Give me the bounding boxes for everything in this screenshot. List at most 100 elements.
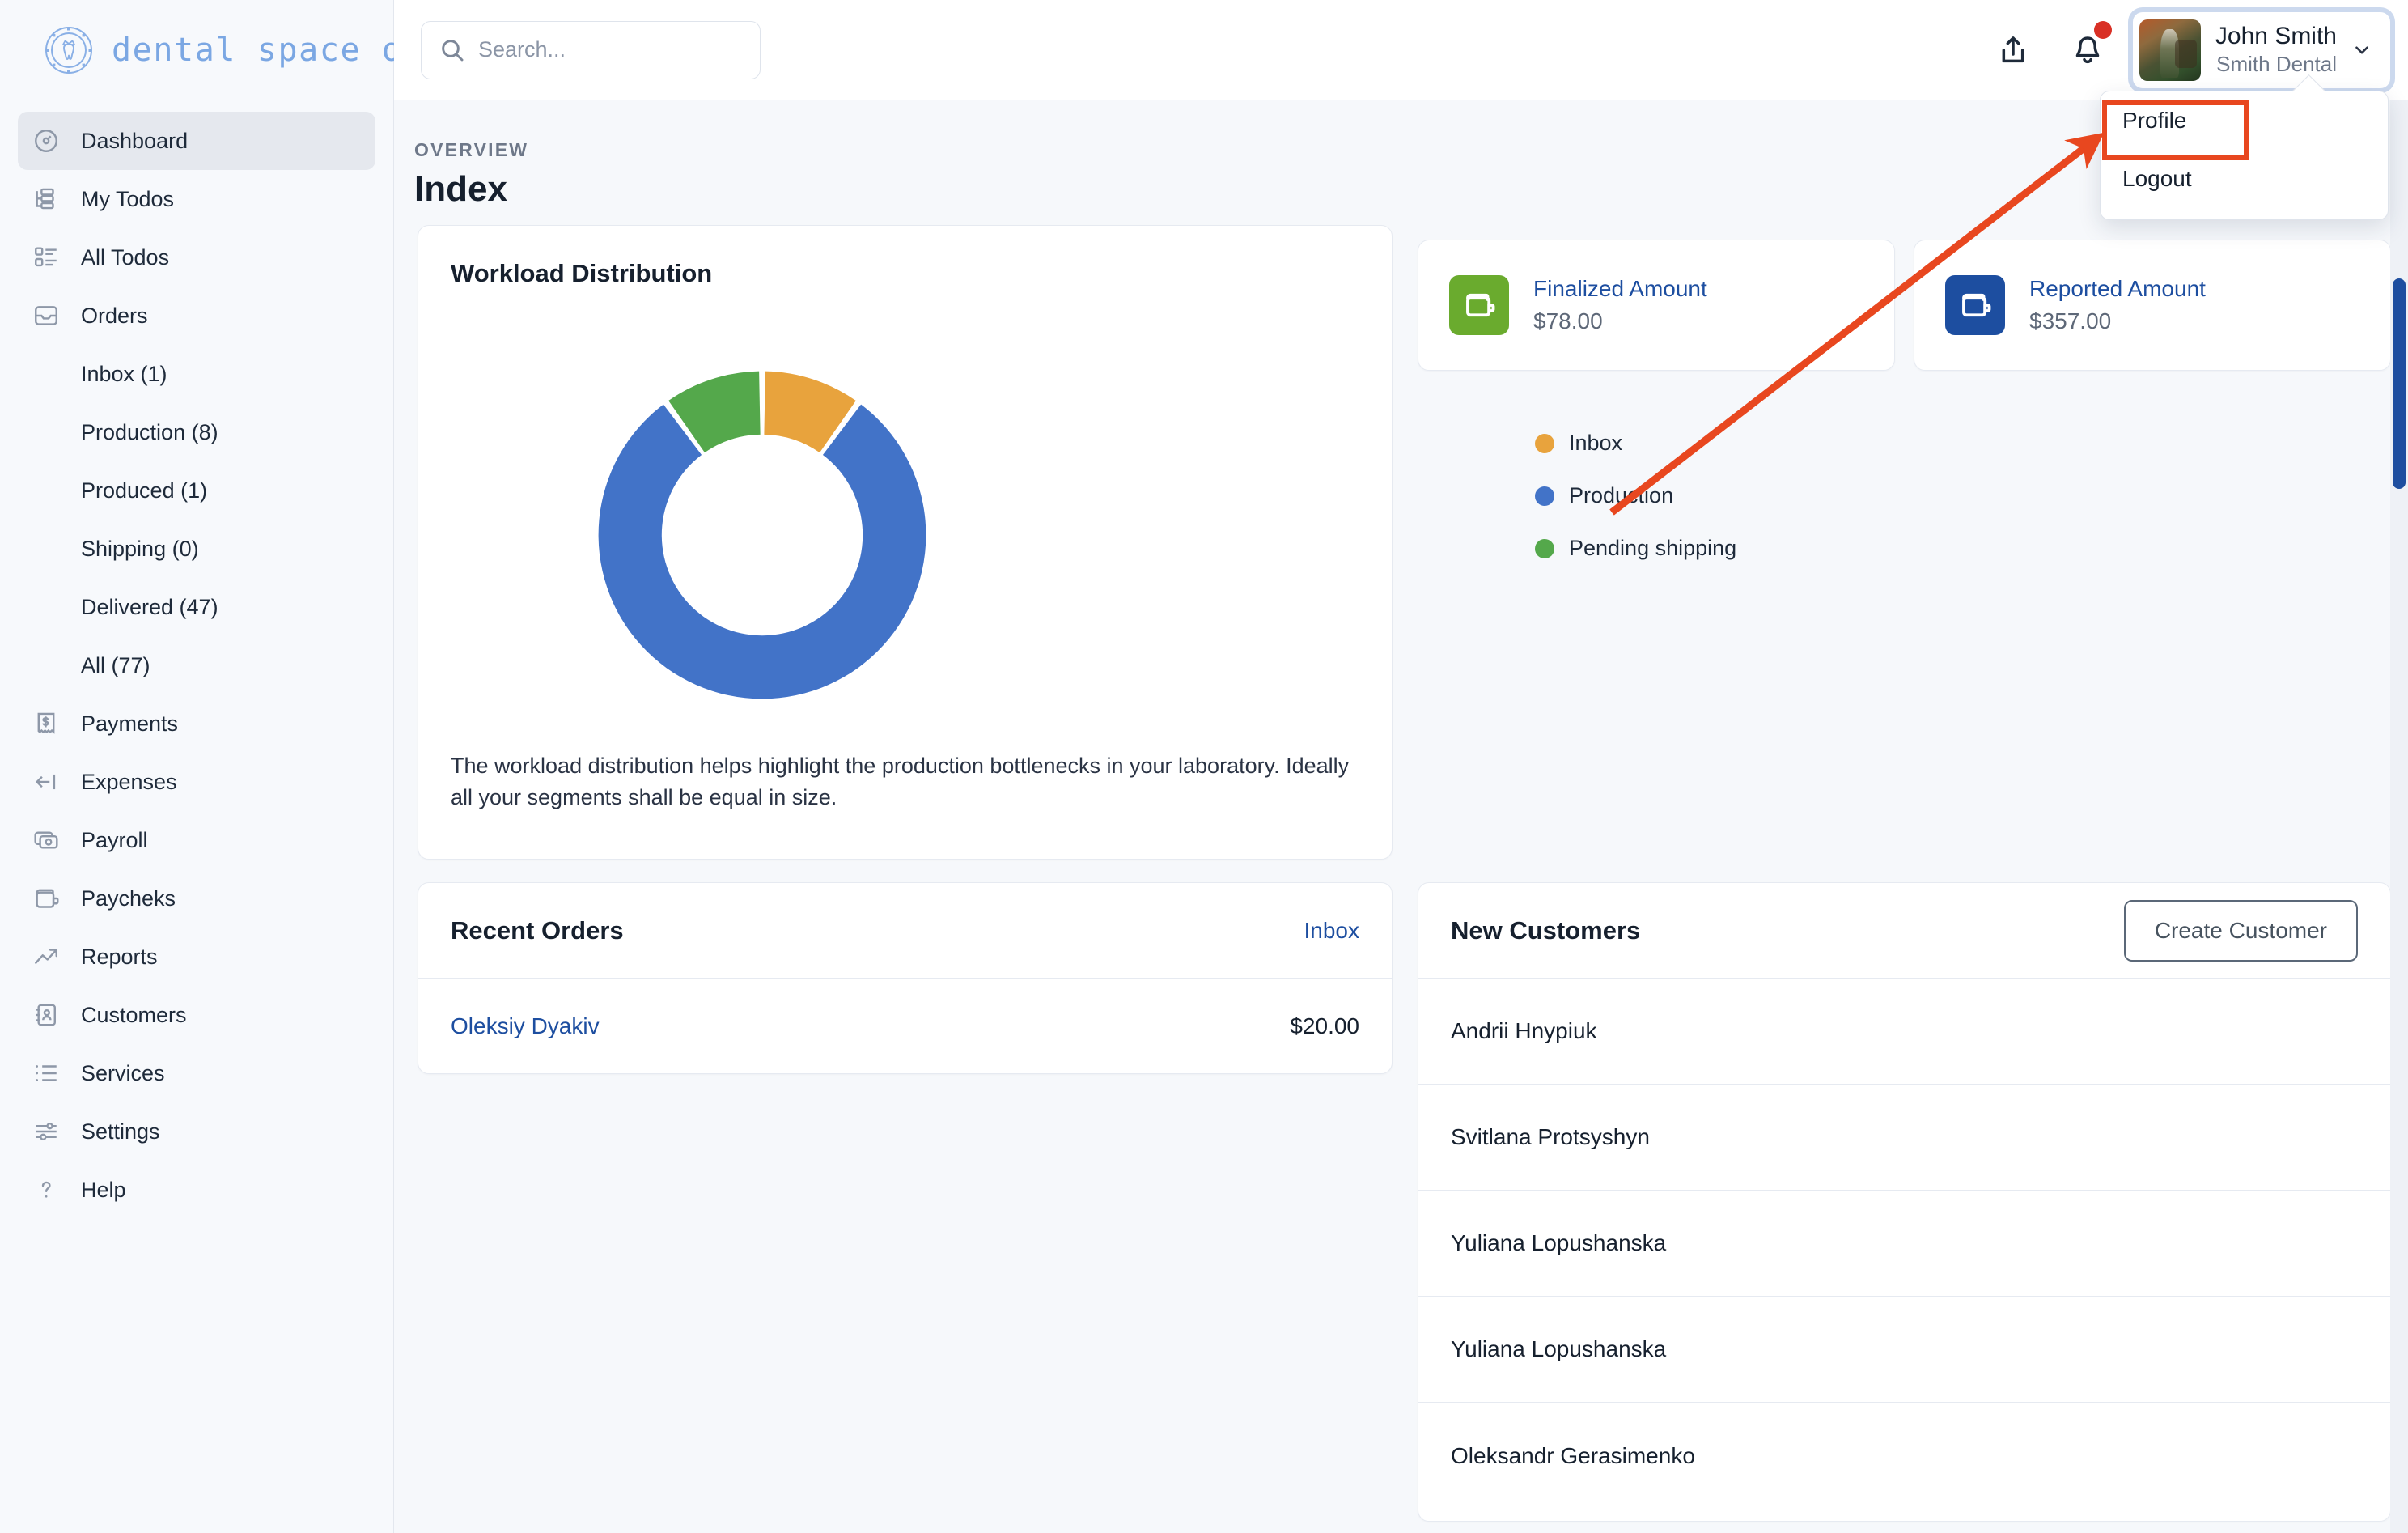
stat-card-reported-amount[interactable]: Reported Amount $357.00 xyxy=(1914,240,2391,371)
scrollbar-track[interactable] xyxy=(2390,100,2408,1533)
chevron-down-icon xyxy=(2355,45,2368,54)
new-customers-card: New Customers Create Customer Andrii Hny… xyxy=(1418,882,2391,1522)
sidebar-item-my-todos[interactable]: My Todos xyxy=(18,170,375,228)
orders-list: Oleksiy Dyakiv $20.00 xyxy=(418,979,1392,1074)
tooth-crown-emblem-icon xyxy=(45,27,92,74)
sidebar-item-label: Payments xyxy=(81,711,179,736)
wallet-icon xyxy=(1466,293,1495,317)
sliders-icon xyxy=(32,1118,60,1145)
sidebar: dental space one Dashboard My Todos All To… xyxy=(0,0,443,1533)
sidebar-item-settings[interactable]: Settings xyxy=(18,1102,375,1161)
sidebar-item-production-8[interactable]: Production (8) xyxy=(18,403,375,461)
list-item[interactable]: Oleksandr Gerasimenko xyxy=(1418,1403,2390,1509)
sidebar-item-dashboard[interactable]: Dashboard xyxy=(18,112,375,170)
create-customer-button[interactable]: Create Customer xyxy=(2123,899,2358,962)
user-name: John Smith xyxy=(2215,23,2337,50)
sidebar-item-label: Orders xyxy=(81,303,148,328)
sidebar-item-payroll[interactable]: Payroll xyxy=(18,811,375,869)
customer-name: Yuliana Lopushanska xyxy=(1451,1336,1667,1361)
customer-name: Svitlana Protsyshyn xyxy=(1451,1124,1650,1149)
user-dropdown-menu: Profile Logout xyxy=(2100,91,2389,220)
menu-item-profile[interactable]: Profile xyxy=(2101,91,2388,150)
share-button[interactable] xyxy=(1976,0,2050,100)
stat-value: $357.00 xyxy=(2029,308,2112,333)
user-menu-button[interactable]: John Smith Smith Dental xyxy=(2132,11,2390,88)
wallet-icon xyxy=(1962,293,1991,317)
legend-item[interactable]: Production xyxy=(1535,469,1736,522)
sidebar-nav: Dashboard My Todos All Todos Orders Inbox (1… xyxy=(0,100,393,1219)
sidebar-item-label: Help xyxy=(81,1177,126,1202)
share-icon xyxy=(2002,36,2024,62)
legend-label: Inbox xyxy=(1569,431,1623,455)
list-item[interactable]: Svitlana Protsyshyn xyxy=(1418,1085,2390,1191)
stat-title: Finalized Amount xyxy=(1533,276,1707,301)
chart-description: The workload distribution helps highligh… xyxy=(451,754,1350,810)
sidebar-item-reports[interactable]: Reports xyxy=(18,928,375,986)
workload-distribution-card: Workload Distribution Inbox Production Pen… xyxy=(418,225,1736,860)
trend-up-icon xyxy=(32,943,60,970)
sidebar-item-payments[interactable]: Payments xyxy=(18,694,375,753)
customers-list: Andrii Hnypiuk Svitlana Protsyshyn Yuliana… xyxy=(1418,979,2390,1509)
stat-card-finalized-amount[interactable]: Finalized Amount $78.00 xyxy=(1418,240,1895,371)
card-header: Recent Orders Inbox xyxy=(418,883,1392,979)
search-box[interactable] xyxy=(421,20,761,79)
sidebar-item-all-77[interactable]: All (77) xyxy=(18,636,375,694)
sidebar-item-paycheks[interactable]: Paycheks xyxy=(18,869,375,928)
sidebar-item-label: My Todos xyxy=(81,186,175,211)
list-item[interactable]: Andrii Hnypiuk xyxy=(1418,979,2390,1085)
notifications-button[interactable] xyxy=(2050,0,2125,100)
arrow-left-bar-icon xyxy=(32,768,60,796)
inbox-link[interactable]: Inbox xyxy=(1304,918,1360,944)
sidebar-item-label: Delivered (47) xyxy=(81,594,218,619)
stat-value: $78.00 xyxy=(1533,308,1603,333)
sidebar-item-delivered-47[interactable]: Delivered (47) xyxy=(18,578,375,636)
list-item[interactable]: Yuliana Lopushanska xyxy=(1418,1191,2390,1297)
stat-text: Finalized Amount $78.00 xyxy=(1533,276,1707,334)
sidebar-item-shipping-0[interactable]: Shipping (0) xyxy=(18,520,375,578)
gauge-icon xyxy=(32,127,60,155)
stat-icon-bg xyxy=(1449,275,1509,335)
list-item[interactable]: Yuliana Lopushanska xyxy=(1418,1297,2390,1403)
stat-icon-bg xyxy=(1945,275,2005,335)
chart-legend: Inbox Production Pending shipping xyxy=(1535,417,1736,575)
list-icon xyxy=(32,1060,60,1087)
sidebar-item-services[interactable]: Services xyxy=(18,1044,375,1102)
card-header: New Customers Create Customer xyxy=(1418,883,2390,979)
table-row[interactable]: Oleksiy Dyakiv $20.00 xyxy=(418,979,1392,1074)
sidebar-item-label: Customers xyxy=(81,1002,187,1027)
sidebar-item-label: All Todos xyxy=(81,244,170,270)
legend-item[interactable]: Inbox xyxy=(1535,417,1736,469)
sidebar-item-label: Production (8) xyxy=(81,419,218,444)
menu-item-logout[interactable]: Logout xyxy=(2101,150,2388,208)
sidebar-item-orders[interactable]: Orders xyxy=(18,287,375,345)
legend-color-dot xyxy=(1535,538,1554,558)
legend-color-dot xyxy=(1535,433,1554,453)
sidebar-item-produced-1[interactable]: Produced (1) xyxy=(18,461,375,520)
sidebar-item-inbox-1[interactable]: Inbox (1) xyxy=(18,345,375,403)
order-customer-link[interactable]: Oleksiy Dyakiv xyxy=(451,1013,600,1039)
sidebar-item-label: Expenses xyxy=(81,769,177,794)
legend-label: Pending shipping xyxy=(1569,536,1737,560)
app-root: dental space one Dashboard My Todos All To… xyxy=(0,0,2408,1533)
legend-color-dot xyxy=(1535,486,1554,506)
donut-slice-production[interactable] xyxy=(598,404,926,699)
card-title: Workload Distribution xyxy=(451,258,713,287)
user-meta: John Smith Smith Dental xyxy=(2215,22,2337,77)
sidebar-item-label: Produced (1) xyxy=(81,478,208,503)
legend-item[interactable]: Pending shipping xyxy=(1535,522,1736,575)
search-input[interactable] xyxy=(478,37,742,62)
sidebar-item-expenses[interactable]: Expenses xyxy=(18,753,375,811)
sidebar-item-customers[interactable]: Customers xyxy=(18,986,375,1044)
sidebar-item-help[interactable]: Help xyxy=(18,1161,375,1219)
user-org: Smith Dental xyxy=(2216,51,2337,76)
customer-name: Yuliana Lopushanska xyxy=(1451,1230,1667,1255)
sidebar-item-all-todos[interactable]: All Todos xyxy=(18,228,375,287)
card-title: New Customers xyxy=(1451,915,1641,945)
donut-chart-area: Inbox Production Pending shipping The work… xyxy=(418,321,1736,809)
wallet-icon xyxy=(32,885,60,912)
sidebar-item-label: Reports xyxy=(81,944,158,969)
scrollbar-thumb[interactable] xyxy=(2393,278,2406,489)
top-header: John Smith Smith Dental xyxy=(394,0,2408,100)
brand-logo[interactable]: dental space one xyxy=(0,0,443,100)
legend-label: Production xyxy=(1569,483,1674,507)
